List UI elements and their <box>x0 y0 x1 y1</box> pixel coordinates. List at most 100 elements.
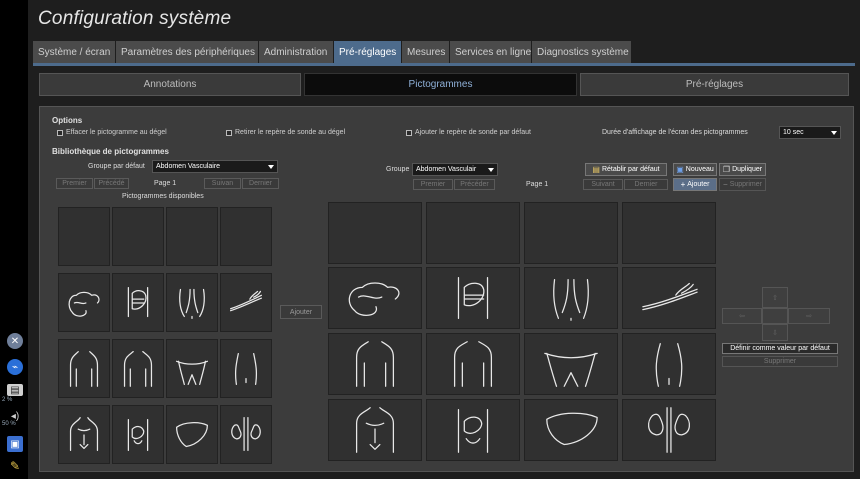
checkbox-box[interactable] <box>57 129 63 136</box>
colon-icon <box>348 282 400 316</box>
tab-measures[interactable]: Mesures <box>402 41 450 63</box>
group-select[interactable]: Abdomen Vasculair <box>412 163 498 176</box>
tab-system-diagnostics[interactable]: Diagnostics système <box>532 41 632 63</box>
page-title: Configuration système <box>38 8 232 29</box>
group-slot-empty[interactable] <box>426 202 520 264</box>
available-pictogram[interactable] <box>220 273 272 332</box>
last-label: Dernier <box>634 181 658 188</box>
group-pictogram[interactable] <box>328 267 422 329</box>
colon-icon <box>68 291 100 317</box>
prev-label: Précédé <box>98 180 125 187</box>
chevron-down-icon <box>268 165 274 169</box>
available-pictogram[interactable] <box>58 339 110 398</box>
move-up-button[interactable]: ⇧ <box>762 287 788 308</box>
available-pictogram[interactable] <box>166 339 218 398</box>
right-first-button[interactable]: Premier <box>413 179 453 190</box>
available-pictograms-label: Pictogrammes disponibles <box>122 193 204 200</box>
pelvis-vessels-icon <box>179 288 205 319</box>
display-duration-select[interactable]: 10 sec <box>779 126 841 139</box>
tab-online-services[interactable]: Services en ligne <box>450 41 532 63</box>
printer-icon[interactable]: ▤ <box>7 384 23 396</box>
right-last-button[interactable]: Dernier <box>624 179 668 190</box>
available-pictogram[interactable] <box>166 273 218 332</box>
right-prev-button[interactable]: Précéder <box>454 179 495 190</box>
available-slot-empty[interactable] <box>112 207 164 266</box>
group-pictogram[interactable] <box>426 333 520 395</box>
liver-icon <box>175 422 209 448</box>
available-slot-empty[interactable] <box>58 207 110 266</box>
torso-front-icon <box>453 341 493 387</box>
subtab-annotations[interactable]: Annotations <box>39 73 301 96</box>
left-prev-button[interactable]: Précédé <box>94 178 129 189</box>
group-pictogram[interactable] <box>524 399 618 461</box>
main-tabs: Système / écran Paramètres des périphéri… <box>33 41 632 63</box>
remove-probe-marker-checkbox[interactable]: Retirer le repère de sonde au dégel <box>226 129 345 136</box>
group-slot-empty[interactable] <box>622 202 716 264</box>
restore-default-button[interactable]: ▤ Rétablir par défaut <box>585 163 667 176</box>
subtab-presets[interactable]: Pré-réglages <box>580 73 849 96</box>
erase-on-unfreeze-checkbox[interactable]: Effacer le pictogramme au dégel <box>57 129 167 136</box>
group-pictogram[interactable] <box>426 267 520 329</box>
chest-icon <box>355 407 395 453</box>
abdomen-organs-icon <box>457 409 489 453</box>
add-probe-marker-checkbox[interactable]: Ajouter le repère de sonde par défaut <box>406 129 531 136</box>
vessel-branch-icon <box>229 290 263 312</box>
available-slot-empty[interactable] <box>166 207 218 266</box>
document-icon: ▤ <box>592 165 600 174</box>
group-pictogram[interactable] <box>426 399 520 461</box>
broom-icon[interactable]: ✎ <box>7 458 23 474</box>
left-first-button[interactable]: Premier <box>56 178 93 189</box>
tab-presets[interactable]: Pré-réglages <box>334 41 402 63</box>
add-to-group-button[interactable]: Ajouter <box>280 305 322 319</box>
checkbox-box[interactable] <box>406 129 412 136</box>
restore-default-label: Rétablir par défaut <box>601 166 660 173</box>
pictograms-panel: Options Effacer le pictogramme au dégel … <box>39 106 854 472</box>
group-pictogram[interactable] <box>622 333 716 395</box>
add-top-button[interactable]: + Ajouter <box>673 178 717 191</box>
group-pictogram[interactable] <box>328 333 422 395</box>
group-pictogram[interactable] <box>622 267 716 329</box>
checkbox-box[interactable] <box>226 129 232 136</box>
usb-icon[interactable]: ⌁ <box>7 359 23 375</box>
group-pictogram[interactable] <box>524 267 618 329</box>
left-last-button[interactable]: Dernier <box>242 178 279 189</box>
stomach-icon <box>457 277 489 319</box>
available-pictogram[interactable] <box>58 405 110 464</box>
group-slot-empty[interactable] <box>328 202 422 264</box>
available-pictogram[interactable] <box>112 339 164 398</box>
group-slot-empty[interactable] <box>524 202 618 264</box>
move-left-button[interactable]: ⇦ <box>722 308 762 324</box>
available-pictogram[interactable] <box>220 405 272 464</box>
torso-front-icon <box>123 351 153 387</box>
delete-top-button[interactable]: − Supprimer <box>719 178 766 191</box>
available-pictogram[interactable] <box>220 339 272 398</box>
new-button[interactable]: ▣ Nouveau <box>673 163 717 176</box>
default-group-select[interactable]: Abdomen Vasculaire <box>152 160 278 173</box>
left-next-button[interactable]: Suivan <box>204 178 241 189</box>
move-right-button[interactable]: ⇨ <box>788 308 830 324</box>
volume-level-2: 50 % <box>2 421 16 427</box>
export-icon[interactable]: ▣ <box>7 436 23 452</box>
available-pictogram[interactable] <box>166 405 218 464</box>
tab-administration[interactable]: Administration <box>259 41 334 63</box>
subtab-pictograms[interactable]: Pictogrammes <box>304 73 577 96</box>
group-pictogram[interactable] <box>328 399 422 461</box>
delete-button[interactable]: Supprimer <box>722 356 838 367</box>
right-next-button[interactable]: Suivant <box>583 179 623 190</box>
checkbox-label: Effacer le pictogramme au dégel <box>66 129 167 136</box>
first-label: Premier <box>62 180 87 187</box>
available-pictogram[interactable] <box>112 405 164 464</box>
close-icon[interactable]: ✕ <box>7 333 23 349</box>
available-pictogram[interactable] <box>112 273 164 332</box>
tab-peripherals[interactable]: Paramètres des périphériques <box>116 41 259 63</box>
available-slot-empty[interactable] <box>220 207 272 266</box>
group-pictogram[interactable] <box>524 333 618 395</box>
group-pictogram[interactable] <box>622 399 716 461</box>
available-pictogram[interactable] <box>58 273 110 332</box>
duplicate-button[interactable]: ❐ Dupliquer <box>719 163 766 176</box>
move-down-button[interactable]: ⇩ <box>762 324 788 341</box>
set-default-button[interactable]: Définir comme valeur par défaut <box>722 343 838 354</box>
tab-system-screen[interactable]: Système / écran <box>33 41 116 63</box>
tab-underline <box>33 63 855 66</box>
hip-region-icon <box>175 360 209 385</box>
